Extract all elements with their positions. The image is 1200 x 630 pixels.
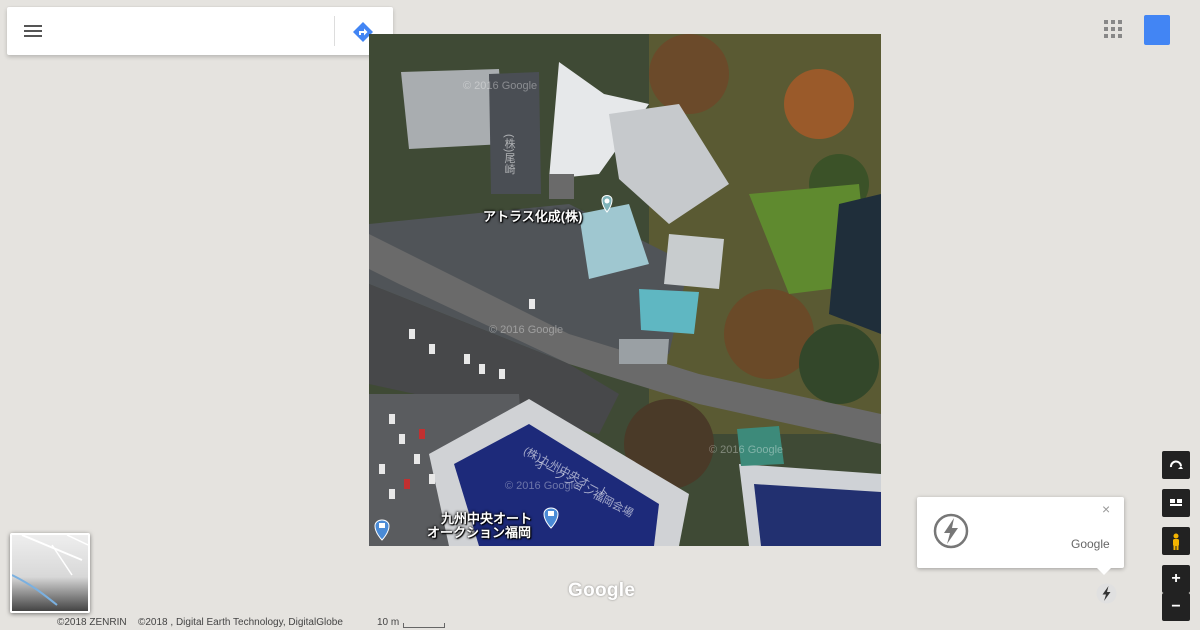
pegman-icon[interactable] xyxy=(1162,527,1190,555)
tile-watermark: © 2016 Google xyxy=(489,324,564,336)
poi-label-atlas[interactable]: アトラス化成(株) xyxy=(483,206,582,225)
zoom-out-button[interactable]: − xyxy=(1162,593,1190,621)
apps-grid-icon[interactable] xyxy=(1104,20,1124,40)
zoom-in-button[interactable]: + xyxy=(1162,565,1190,593)
rotate-icon[interactable] xyxy=(1162,451,1190,479)
scale-bar[interactable] xyxy=(403,623,445,628)
attribution-imagery[interactable]: ©2018 , Digital Earth Technology, Digita… xyxy=(138,617,343,628)
tile-watermark: © 2016 Google xyxy=(709,444,784,456)
attribution-bar: ©2018 ZENRIN ©2018 , Digital Earth Techn… xyxy=(0,616,1200,630)
promo-card[interactable]: × Google xyxy=(917,497,1124,575)
search-box xyxy=(7,7,393,55)
promo-brand: Google xyxy=(1071,537,1110,551)
lightning-bolt-icon[interactable] xyxy=(1096,583,1117,604)
google-logo: Google xyxy=(568,580,636,601)
tile-watermark: © 2016 Google xyxy=(463,80,538,92)
layer-switcher-minimap[interactable] xyxy=(10,533,90,613)
poi-label-auction-line2[interactable]: オークション福岡 xyxy=(427,522,531,541)
search-divider xyxy=(334,16,335,46)
attribution-zenrin: ©2018 ZENRIN xyxy=(57,617,127,628)
scale-label[interactable]: 10 m xyxy=(377,617,399,628)
account-icon[interactable] xyxy=(1144,15,1170,45)
close-icon[interactable]: × xyxy=(1102,501,1110,517)
lightning-bolt-icon xyxy=(933,513,969,549)
search-input[interactable] xyxy=(59,17,333,47)
hamburger-menu-icon[interactable] xyxy=(21,21,45,41)
tilt-icon[interactable] xyxy=(1162,489,1190,517)
satellite-tile[interactable]: アトラス化成(株) 九州中央オート オークション福岡 © 2016 Google… xyxy=(369,34,881,546)
building-label-vertical: (株)尾崎 xyxy=(503,134,515,175)
